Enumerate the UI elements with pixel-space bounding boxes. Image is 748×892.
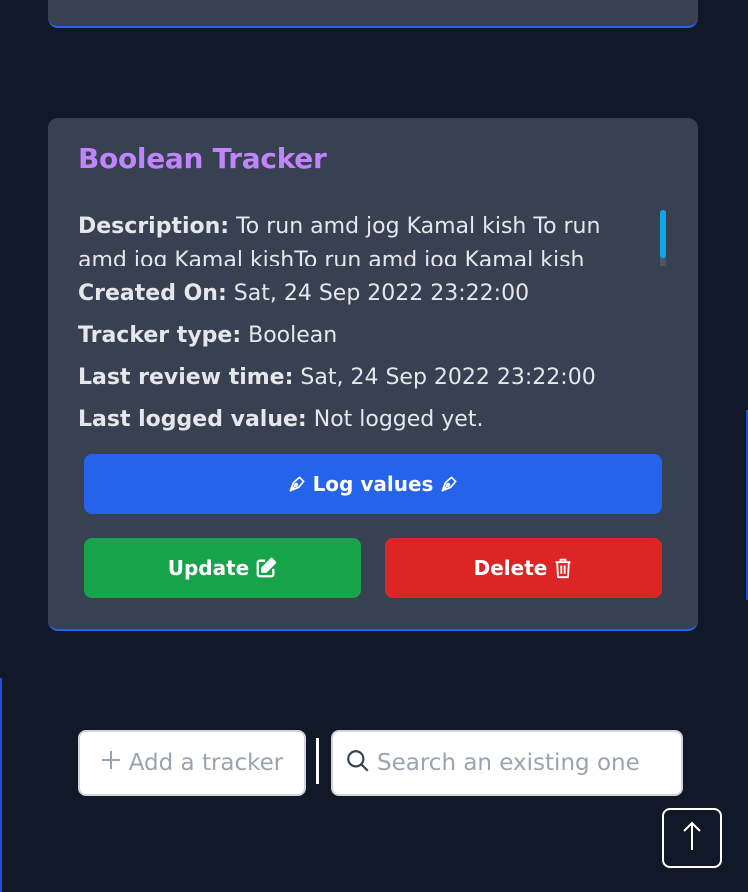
pen-nib-icon — [439, 474, 459, 494]
update-label: Update — [167, 556, 250, 580]
tracker-type-label: Tracker type: — [78, 323, 242, 348]
pen-nib-icon — [287, 474, 307, 494]
plus-icon — [101, 750, 121, 776]
description-scrollbar[interactable] — [660, 210, 666, 266]
description-scrollbar-thumb[interactable] — [660, 210, 666, 258]
add-tracker-label: Add a tracker — [128, 750, 284, 776]
tracker-type-value: Boolean — [248, 323, 338, 348]
log-values-label: Log values — [312, 472, 434, 496]
add-tracker-button[interactable]: Add a tracker — [78, 730, 306, 796]
page: Boolean Tracker Description: To run amd … — [0, 0, 748, 892]
description: Description: To run amd jog Kamal kish T… — [78, 210, 638, 266]
created-on-label: Created On: — [78, 281, 227, 306]
trash-icon — [553, 557, 573, 579]
log-values-button[interactable]: Log values — [84, 454, 662, 514]
arrow-up-icon — [680, 820, 704, 857]
delete-button[interactable]: Delete — [385, 538, 662, 598]
last-review-field: Last review time: Sat, 24 Sep 2022 23:22… — [78, 365, 596, 390]
last-review-label: Last review time: — [78, 365, 294, 390]
delete-label: Delete — [473, 556, 548, 580]
description-box: Description: To run amd jog Kamal kish T… — [78, 210, 666, 266]
description-label: Description: — [78, 214, 230, 239]
tracker-toolbar: Add a tracker — [0, 730, 748, 796]
created-on-value: Sat, 24 Sep 2022 23:22:00 — [233, 281, 530, 306]
last-review-value: Sat, 24 Sep 2022 23:22:00 — [300, 365, 596, 390]
tracker-title: Boolean Tracker — [78, 142, 327, 175]
last-logged-label: Last logged value: — [78, 407, 307, 432]
previous-tracker-card — [48, 0, 698, 28]
created-on-field: Created On: Sat, 24 Sep 2022 23:22:00 — [78, 281, 529, 306]
tracker-card: Boolean Tracker Description: To run amd … — [48, 118, 698, 631]
search-field[interactable] — [331, 730, 683, 796]
search-icon — [345, 748, 371, 779]
last-logged-field: Last logged value: Not logged yet. — [78, 407, 483, 432]
edit-icon — [255, 557, 277, 579]
update-button[interactable]: Update — [84, 538, 361, 598]
scroll-to-top-button[interactable] — [662, 808, 722, 868]
search-input[interactable] — [377, 750, 677, 776]
toolbar-divider — [316, 738, 319, 784]
last-logged-value: Not logged yet. — [313, 407, 484, 432]
tracker-type-field: Tracker type: Boolean — [78, 323, 337, 348]
